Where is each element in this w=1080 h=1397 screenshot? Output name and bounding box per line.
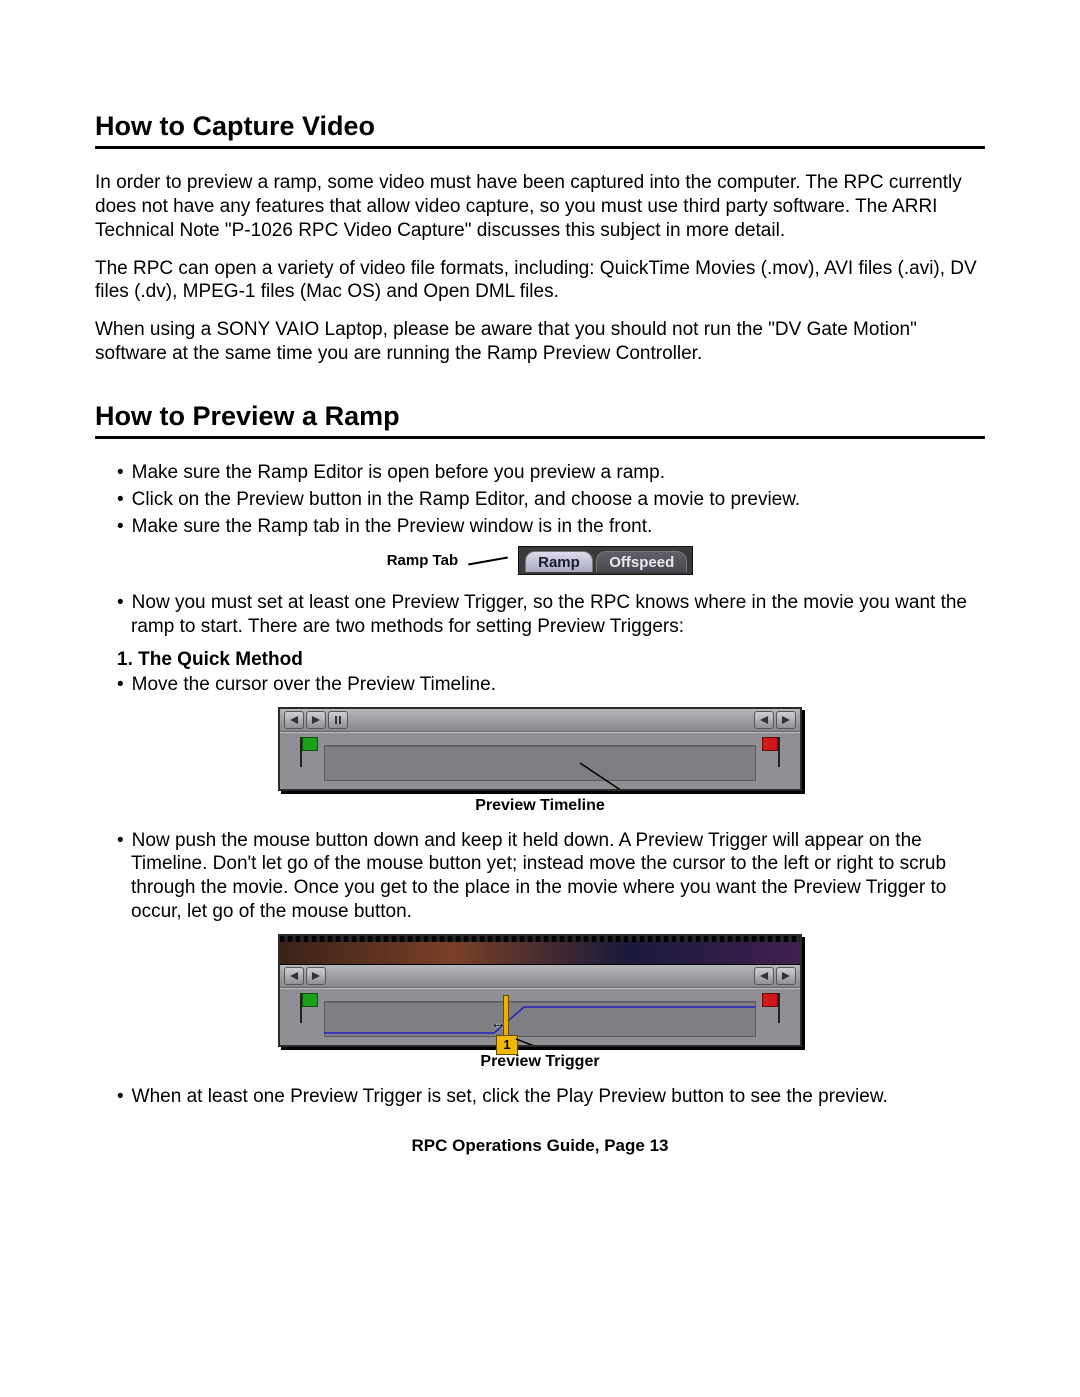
pause-icon[interactable]	[328, 711, 348, 729]
step-back-icon[interactable]	[754, 967, 774, 985]
figure-preview-timeline	[95, 707, 985, 791]
bullet-item: When at least one Preview Trigger is set…	[95, 1085, 985, 1109]
bullet-list-5: When at least one Preview Trigger is set…	[95, 1085, 985, 1109]
trigger-number: 1	[496, 1035, 518, 1055]
timeline-scrollbar[interactable]	[280, 709, 800, 732]
preview-timeline-track[interactable]	[280, 732, 800, 789]
rule	[95, 436, 985, 439]
tab-offspeed[interactable]: Offspeed	[596, 551, 687, 572]
step-forward-icon[interactable]	[776, 967, 796, 985]
para-capture-1: In order to preview a ramp, some video m…	[95, 171, 985, 242]
out-point-flag[interactable]	[762, 993, 780, 1011]
bullet-item: Now you must set at least one Preview Tr…	[95, 591, 985, 639]
bullet-item: Now push the mouse button down and keep …	[95, 829, 985, 924]
figure-preview-trigger: 1 ↔	[95, 934, 985, 1047]
bullet-list-1: Make sure the Ramp Editor is open before…	[95, 461, 985, 538]
bullet-item: Move the cursor over the Preview Timelin…	[95, 673, 985, 697]
leader-line	[468, 556, 508, 565]
bullet-list-2: Now you must set at least one Preview Tr…	[95, 591, 985, 639]
para-capture-3: When using a SONY VAIO Laptop, please be…	[95, 318, 985, 366]
bullet-list-4: Now push the mouse button down and keep …	[95, 829, 985, 924]
bullet-list-3: Move the cursor over the Preview Timelin…	[95, 673, 985, 697]
step-back-icon[interactable]	[754, 711, 774, 729]
timeline-panel: 1 ↔	[278, 934, 802, 1047]
ramp-tab-figure: Ramp Tab Ramp Offspeed	[95, 546, 985, 575]
in-point-flag[interactable]	[300, 737, 318, 755]
move-cursor-icon: ↔	[490, 1015, 506, 1033]
out-point-flag[interactable]	[762, 737, 780, 755]
para-capture-2: The RPC can open a variety of video file…	[95, 257, 985, 305]
caption-preview-timeline: Preview Timeline	[95, 797, 985, 815]
preview-timeline-track[interactable]: 1 ↔	[280, 988, 800, 1045]
timeline-track[interactable]	[324, 1001, 756, 1037]
filmstrip	[280, 936, 800, 965]
in-point-flag[interactable]	[300, 993, 318, 1011]
play-icon[interactable]	[306, 711, 326, 729]
bullet-item: Make sure the Ramp tab in the Preview wi…	[95, 515, 985, 539]
subheading-quick-method: 1. The Quick Method	[117, 649, 985, 671]
page-footer: RPC Operations Guide, Page 13	[95, 1136, 985, 1156]
bullet-item: Make sure the Ramp Editor is open before…	[95, 461, 985, 485]
tab-ramp[interactable]: Ramp	[525, 551, 593, 572]
timeline-panel	[278, 707, 802, 791]
step-back-icon[interactable]	[284, 967, 304, 985]
step-forward-icon[interactable]	[776, 711, 796, 729]
heading-capture-video: How to Capture Video	[95, 110, 985, 142]
bullet-item: Click on the Preview button in the Ramp …	[95, 488, 985, 512]
tab-panel: Ramp Offspeed	[518, 546, 693, 575]
timeline-track[interactable]	[324, 745, 756, 781]
heading-preview-ramp: How to Preview a Ramp	[95, 400, 985, 432]
rule	[95, 146, 985, 149]
play-icon[interactable]	[306, 967, 326, 985]
caption-preview-trigger: Preview Trigger	[95, 1053, 985, 1071]
ramp-tab-label: Ramp Tab	[387, 552, 458, 569]
step-back-icon[interactable]	[284, 711, 304, 729]
timeline-scrollbar[interactable]	[280, 965, 800, 988]
